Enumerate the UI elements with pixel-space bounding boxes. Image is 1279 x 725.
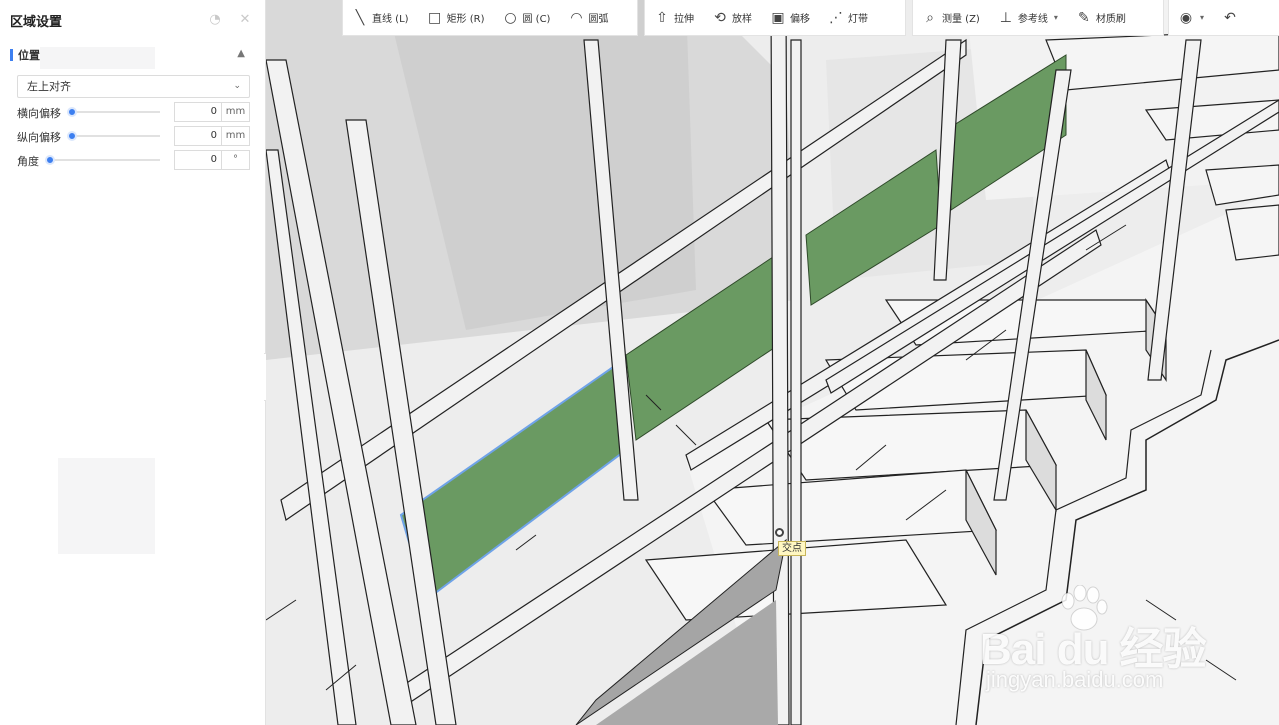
extrude-icon: ⇧: [656, 9, 668, 26]
tool-measure[interactable]: ⌕ 测量 (Z): [913, 0, 989, 36]
tool-offset[interactable]: ▣ 偏移: [761, 0, 819, 36]
horizontal-offset-unit: mm: [222, 102, 250, 122]
baidu-watermark: Bai du 经验 jingyan.baidu.com: [980, 585, 1240, 695]
section-accent-bar: [10, 49, 13, 61]
tool-light-strip[interactable]: ⋰ 灯带: [819, 0, 877, 36]
chevron-down-icon: ▾: [1053, 13, 1058, 22]
tool-reference-line[interactable]: ⊥ 参考线 ▾: [989, 0, 1067, 36]
light-strip-icon: ⋰: [829, 9, 843, 26]
panel-title: 区域设置: [10, 14, 63, 30]
view-toolbar: ◉ ▾ ↶: [1168, 0, 1279, 36]
tool-material-brush[interactable]: ✎ 材质刷: [1067, 0, 1135, 36]
chevron-down-icon: ⌄: [233, 81, 241, 91]
tool-rectangle[interactable]: □ 矩形 (R): [418, 0, 494, 36]
angle-input[interactable]: 0: [174, 150, 222, 170]
angle-row: 角度 0 °: [17, 150, 250, 170]
misc-toolbar: ⌕ 测量 (Z) ⊥ 参考线 ▾ ✎ 材质刷: [912, 0, 1164, 36]
loft-icon: ⟲: [714, 9, 726, 26]
chevron-up-icon[interactable]: ▲: [237, 48, 245, 59]
angle-slider-handle[interactable]: [45, 155, 55, 165]
region-settings-panel: 区域设置 ◔ ✕ 位置 ▲ 左上对齐 ⌄ 横向偏移 0 mm 纵向偏移 0 mm…: [0, 0, 266, 725]
tool-undo[interactable]: ↶: [1213, 0, 1247, 36]
tool-arc[interactable]: ◠ 圆弧: [559, 0, 617, 36]
ghost-placeholder: [40, 47, 155, 69]
horizontal-offset-row: 横向偏移 0 mm: [17, 102, 250, 122]
vertical-offset-unit: mm: [222, 126, 250, 146]
vertical-offset-row: 纵向偏移 0 mm: [17, 126, 250, 146]
tool-extrude[interactable]: ⇧ 拉伸: [645, 0, 703, 36]
line-icon: ╲: [355, 9, 365, 26]
vertical-offset-slider-handle[interactable]: [67, 131, 77, 141]
reference-line-icon: ⊥: [999, 9, 1012, 26]
horizontal-offset-slider-handle[interactable]: [67, 107, 77, 117]
rectangle-icon: □: [427, 9, 442, 26]
chevron-down-icon: ▾: [1200, 13, 1205, 22]
vertical-offset-label: 纵向偏移: [17, 131, 61, 144]
snap-tooltip: 交点: [778, 541, 806, 556]
tool-loft[interactable]: ⟲ 放样: [703, 0, 761, 36]
tool-visibility[interactable]: ◉ ▾: [1169, 0, 1213, 36]
tool-line[interactable]: ╲ 直线 (L): [343, 0, 418, 36]
watermark-url: jingyan.baidu.com: [986, 667, 1164, 692]
arc-icon: ◠: [570, 9, 583, 26]
offset-icon: ▣: [771, 9, 785, 26]
measure-icon: ⌕: [926, 9, 934, 26]
angle-slider-track[interactable]: [49, 159, 160, 161]
circle-icon: ○: [504, 9, 517, 26]
pin-icon[interactable]: ◔: [207, 12, 223, 28]
section-label: 位置: [18, 49, 40, 62]
horizontal-offset-input[interactable]: 0: [174, 102, 222, 122]
edit-toolbar: ⇧ 拉伸 ⟲ 放样 ▣ 偏移 ⋰ 灯带: [644, 0, 906, 36]
undo-icon: ↶: [1224, 9, 1236, 26]
panel-header: 区域设置 ◔ ✕: [0, 0, 265, 40]
vertical-offset-input[interactable]: 0: [174, 126, 222, 146]
tool-circle[interactable]: ○ 圆 (C): [494, 0, 560, 36]
vertical-offset-slider-track[interactable]: [72, 135, 160, 137]
horizontal-offset-slider-track[interactable]: [72, 111, 160, 113]
alignment-select-value: 左上对齐: [27, 80, 71, 93]
alignment-select[interactable]: 左上对齐 ⌄: [17, 75, 250, 98]
draw-toolbar: ╲ 直线 (L) □ 矩形 (R) ○ 圆 (C) ◠ 圆弧: [342, 0, 638, 36]
angle-unit: °: [222, 150, 250, 170]
horizontal-offset-label: 横向偏移: [17, 107, 61, 120]
close-icon[interactable]: ✕: [237, 12, 253, 28]
material-brush-icon: ✎: [1077, 9, 1090, 26]
snap-point-marker: [775, 528, 784, 537]
ghost-placeholder: [58, 458, 155, 554]
eye-icon: ◉: [1179, 9, 1193, 26]
angle-label: 角度: [17, 155, 39, 168]
